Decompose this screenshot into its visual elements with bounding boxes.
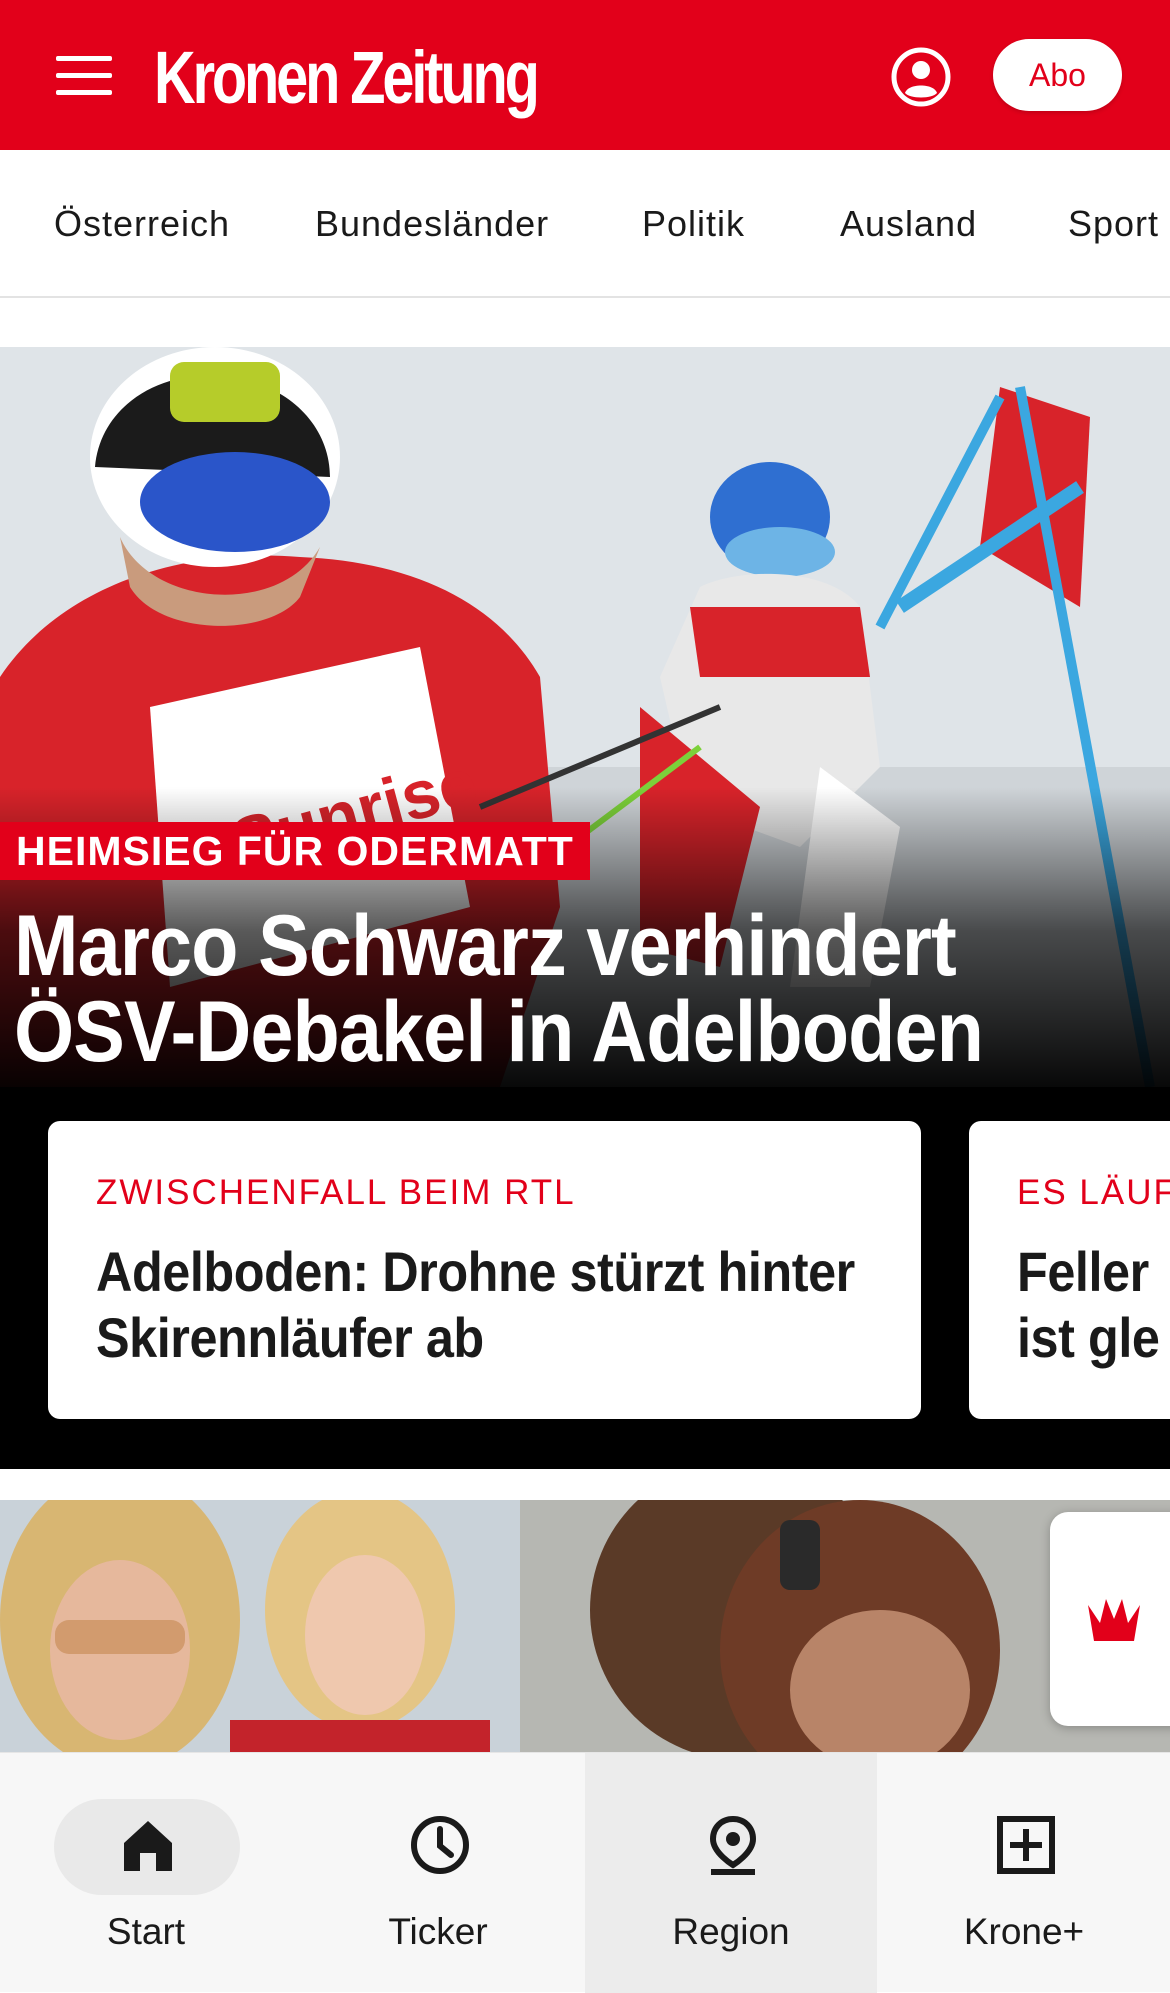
card-kicker: ES LÄUF xyxy=(1017,1173,1170,1212)
bottom-nav-label: Start xyxy=(106,1911,186,1952)
hero-kicker: HEIMSIEG FÜR ODERMATT xyxy=(0,822,590,880)
card-kicker: ZWISCHENFALL BEIM RTL xyxy=(96,1173,576,1212)
nav-item-oesterreich[interactable]: Österreich xyxy=(54,150,230,296)
bottom-nav-start[interactable]: Start xyxy=(0,1753,292,1993)
hero-article[interactable]: Sunrise HEIMSIEG FÜR ODERMATT Marco Schw… xyxy=(0,347,1170,1469)
kronen-zeitung-logo[interactable]: Kronen Zeitung xyxy=(154,36,540,120)
nav-item-ausland[interactable]: Ausland xyxy=(840,150,977,296)
location-pin-icon xyxy=(709,1815,757,1875)
bottom-nav-region[interactable]: Region xyxy=(585,1753,877,1993)
nav-item-sport[interactable]: Sport xyxy=(1068,150,1159,296)
teaser-image-people[interactable] xyxy=(0,1500,1170,1752)
bottom-nav-label: Ticker xyxy=(388,1911,488,1952)
top-app-bar: Kronen Zeitung Abo xyxy=(0,0,1170,150)
nav-item-politik[interactable]: Politik xyxy=(642,150,745,296)
article-card[interactable]: ZWISCHENFALL BEIM RTL Adelboden: Drohne … xyxy=(48,1121,921,1419)
crown-icon xyxy=(1088,1599,1140,1641)
bottom-nav-label: Krone+ xyxy=(963,1911,1085,1952)
article-card[interactable]: ES LÄUF Feller ist gle xyxy=(969,1121,1170,1419)
nav-item-bundeslaender[interactable]: Bundesländer xyxy=(315,150,549,296)
user-account-icon[interactable] xyxy=(890,46,952,108)
hero-headline[interactable]: Marco Schwarz verhindert ÖSV-Debakel in … xyxy=(14,903,1040,1075)
home-icon xyxy=(124,1821,172,1871)
bottom-nav-label: Region xyxy=(672,1911,790,1952)
plus-square-icon xyxy=(997,1816,1055,1874)
krone-floating-button[interactable] xyxy=(1050,1512,1170,1726)
card-headline[interactable]: Adelboden: Drohne stürzt hinter Skirennl… xyxy=(96,1239,870,1371)
card-headline[interactable]: Feller ist gle xyxy=(1017,1239,1170,1371)
bottom-navigation: Start Ticker Region Krone+ xyxy=(0,1752,1170,1993)
clock-icon xyxy=(411,1816,469,1874)
menu-icon[interactable] xyxy=(56,56,112,96)
abo-button[interactable]: Abo xyxy=(993,39,1122,111)
bottom-nav-krone-plus[interactable]: Krone+ xyxy=(878,1753,1170,1993)
category-nav: Österreich Bundesländer Politik Ausland … xyxy=(0,150,1170,298)
bottom-nav-ticker[interactable]: Ticker xyxy=(292,1753,584,1993)
